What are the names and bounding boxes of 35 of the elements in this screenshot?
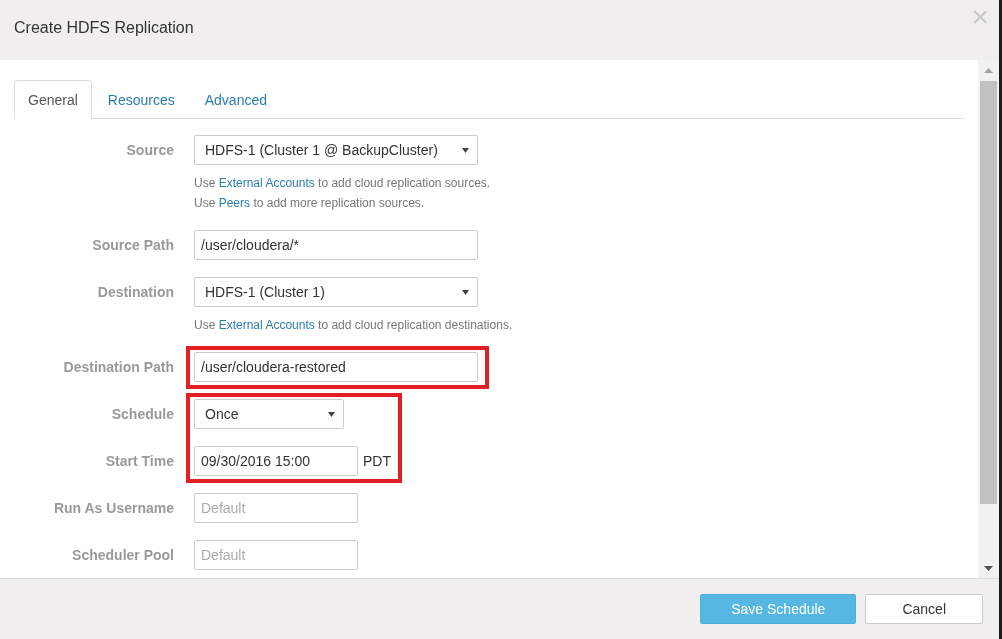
caret-icon [462, 289, 469, 295]
dropdown-select[interactable]: Once [194, 399, 344, 429]
tab[interactable]: General [14, 80, 92, 119]
link[interactable]: Peers [218, 196, 251, 210]
field-label: Schedule [110, 405, 174, 424]
scrollbar-thumb[interactable] [980, 81, 997, 504]
field-label: Source Path [91, 236, 174, 255]
field-label: Destination [96, 283, 174, 302]
link[interactable]: External Accounts [218, 176, 315, 190]
help-text: Use External Accounts to add cloud replication destinations. [194, 317, 513, 334]
timezone-label: PDT [363, 453, 391, 469]
text-field[interactable]: /user/cloudera-restored [194, 352, 478, 382]
field-label: Destination Path [62, 358, 174, 377]
text-field[interactable]: /user/cloudera/* [194, 230, 478, 260]
tab[interactable]: Resources [93, 80, 189, 119]
scrollbar[interactable] [978, 60, 999, 578]
text-field[interactable]: Default [194, 540, 358, 570]
text-field[interactable]: 09/30/2016 15:00 [194, 446, 358, 476]
field-label: Source [125, 141, 174, 160]
arrow-down-icon[interactable] [984, 565, 993, 571]
field-label: Run As Username [52, 499, 174, 518]
link[interactable]: External Accounts [218, 318, 315, 332]
cancel-button[interactable]: Cancel [865, 594, 983, 624]
dropdown-select[interactable]: HDFS-1 (Cluster 1 @ BackupCluster) [194, 135, 478, 165]
dropdown-select[interactable]: HDFS-1 (Cluster 1) [194, 277, 478, 307]
help-text: Use External Accounts to add cloud replication sources. [194, 175, 492, 192]
tab[interactable]: Advanced [190, 80, 281, 119]
arrow-up-icon[interactable] [984, 67, 993, 73]
field-label: Scheduler Pool [71, 546, 174, 565]
help-text: Use Peers to add more replication sources. [194, 195, 426, 212]
dialog-title: Create HDFS Replication [14, 19, 194, 37]
caret-icon [462, 147, 469, 153]
text-field[interactable]: Default [194, 493, 358, 523]
field-label: Start Time [104, 452, 174, 471]
caret-icon [328, 411, 335, 417]
